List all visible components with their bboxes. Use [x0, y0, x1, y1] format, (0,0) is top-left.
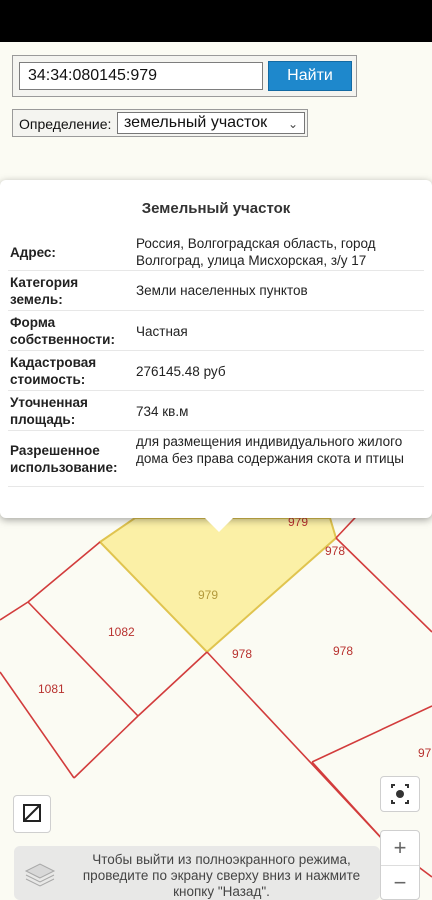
map-label: 1082	[108, 625, 135, 639]
info-value: 276145.48 руб	[136, 364, 226, 379]
info-key: Адрес:	[10, 245, 56, 260]
map-label: 979	[198, 588, 218, 602]
info-key: Уточненная площадь:	[10, 395, 88, 427]
info-row-cadastral-value: Кадастровая стоимость: 276145.48 руб	[8, 351, 424, 391]
map-label: 97	[418, 746, 432, 760]
map-label: 1081	[38, 682, 65, 696]
definition-panel: Определение: земельный участок ⌄	[12, 109, 308, 137]
info-row-land-category: Категория земель: Земли населенных пункт…	[8, 271, 424, 311]
info-value: Россия, Волгоградская область, город Вол…	[136, 236, 376, 268]
map-label: 978	[325, 544, 345, 558]
map-label: 978	[333, 644, 353, 658]
search-panel: Найти	[12, 55, 357, 97]
info-value: для размещения индивидуального жилого до…	[136, 434, 404, 466]
map-label: 978	[232, 647, 252, 661]
find-button[interactable]: Найти	[268, 61, 352, 91]
info-row-ownership: Форма собственности: Частная	[8, 311, 424, 351]
parcel-info-popup: Земельный участок Адрес: Россия, Волгогр…	[0, 180, 432, 518]
definition-selected-value: земельный участок	[124, 114, 268, 131]
fullscreen-toast: Чтобы выйти из полноэкранного режима, пр…	[14, 846, 380, 900]
definition-select[interactable]: земельный участок ⌄	[117, 112, 305, 134]
info-row-area: Уточненная площадь: 734 кв.м	[8, 391, 424, 431]
chevron-down-icon: ⌄	[287, 117, 298, 131]
layers-icon	[24, 863, 56, 887]
info-row-address: Адрес: Россия, Волгоградская область, го…	[8, 232, 424, 271]
info-value: Земли населенных пунктов	[136, 283, 308, 298]
zoom-in-button[interactable]: +	[381, 831, 419, 865]
status-bar	[0, 0, 432, 42]
info-key: Форма собственности:	[10, 315, 115, 347]
info-row-permitted-use: Разрешенное использование: для размещени…	[8, 431, 424, 487]
cadastral-number-input[interactable]	[19, 62, 263, 90]
info-key: Кадастровая стоимость:	[10, 355, 97, 387]
info-key: Разрешенное использование:	[10, 443, 118, 475]
locate-icon	[391, 784, 409, 804]
definition-label: Определение:	[19, 116, 112, 132]
zoom-control: + −	[380, 830, 420, 900]
info-value: 734 кв.м	[136, 404, 189, 419]
info-value: Частная	[136, 324, 188, 339]
popup-pointer	[203, 516, 235, 532]
info-key: Категория земель:	[10, 275, 79, 307]
ruler-icon	[23, 804, 41, 822]
toast-message: Чтобы выйти из полноэкранного режима, пр…	[82, 852, 361, 899]
ruler-button[interactable]	[13, 795, 51, 833]
zoom-out-button[interactable]: −	[381, 865, 419, 900]
selected-parcel-979	[98, 517, 338, 654]
popup-title: Земельный участок	[141, 200, 291, 217]
locate-button[interactable]	[380, 776, 420, 812]
